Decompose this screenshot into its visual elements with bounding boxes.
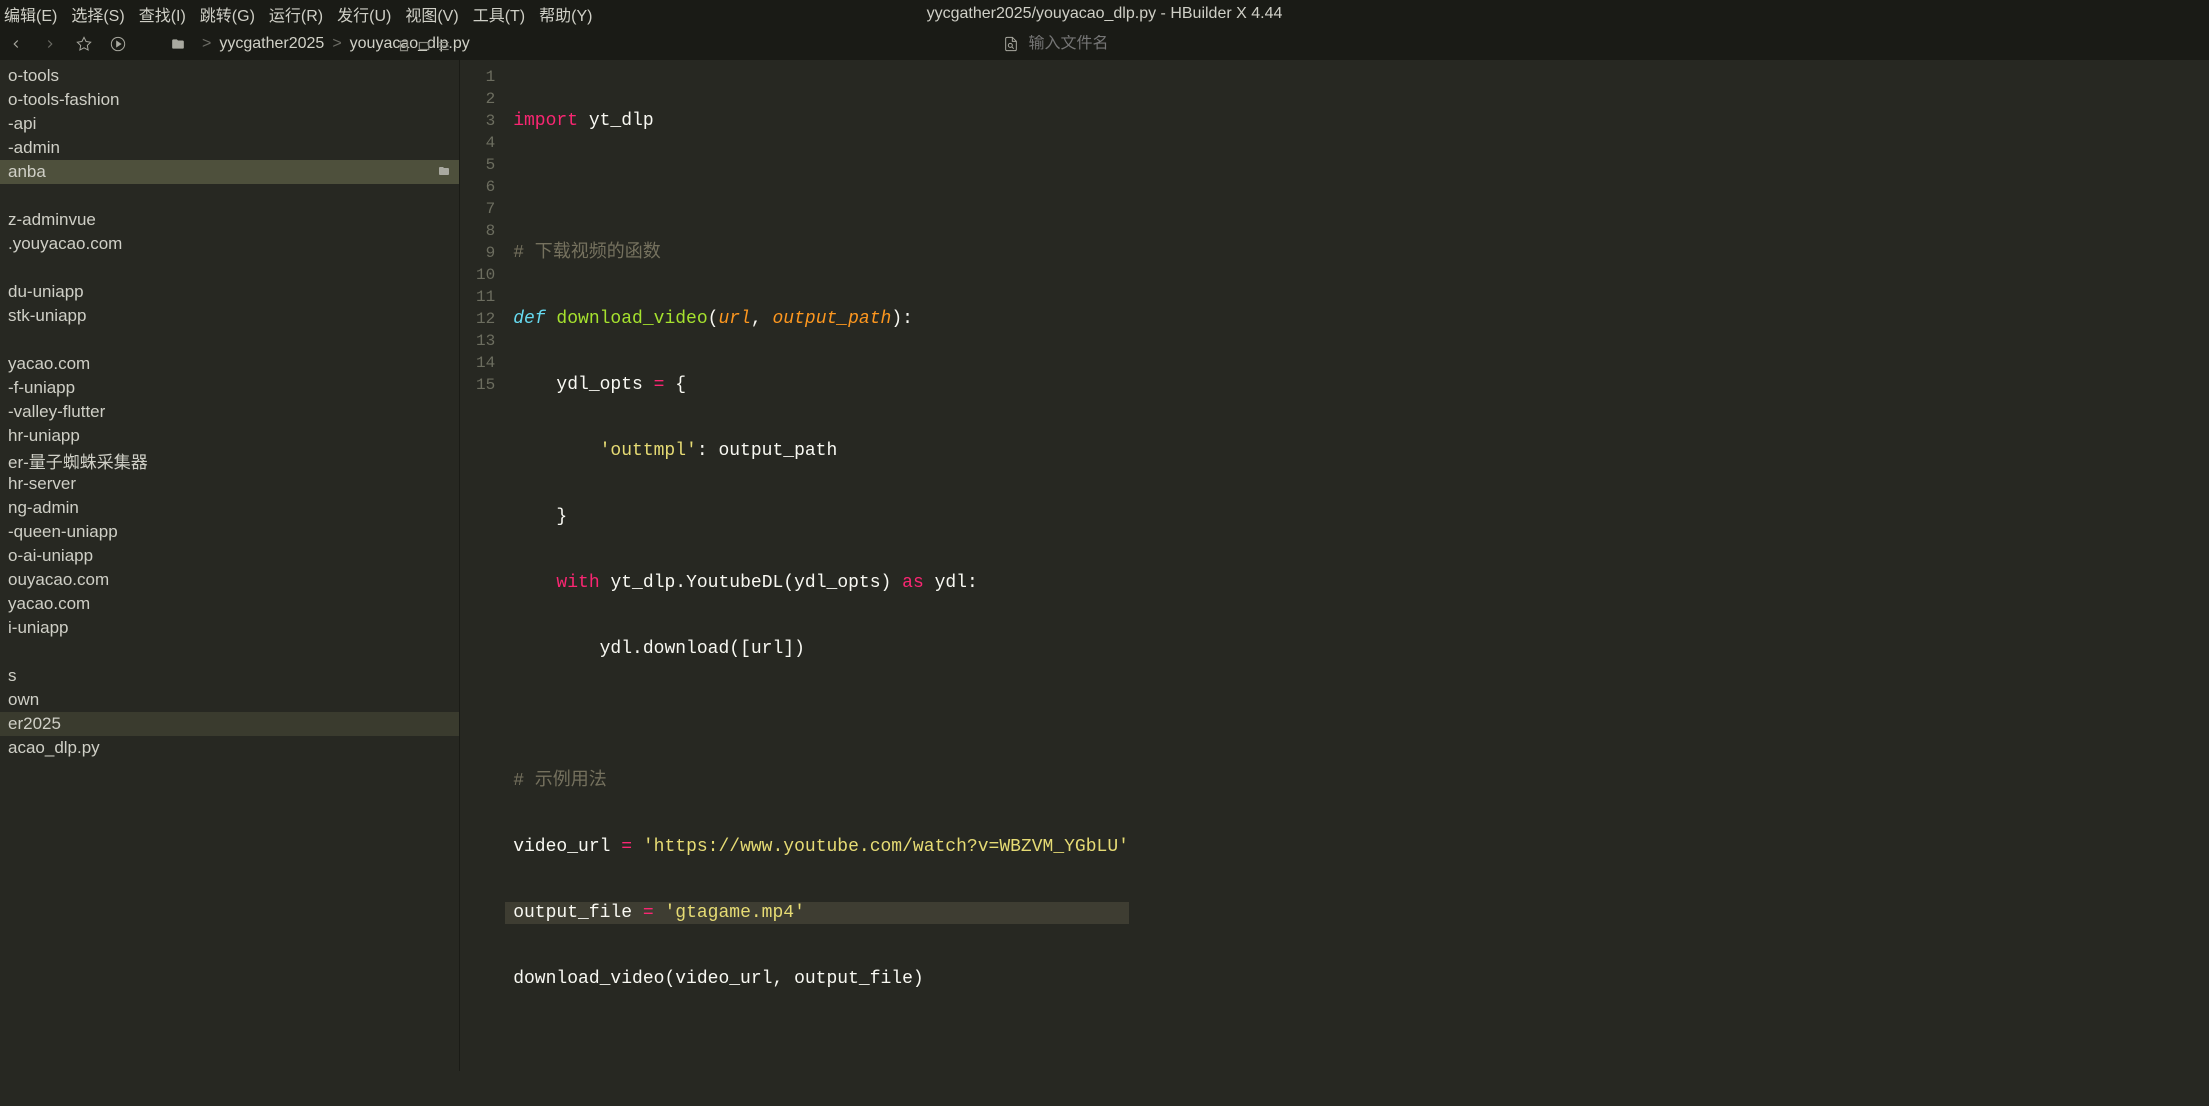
line-number: 9 — [476, 242, 495, 264]
line-number: 6 — [476, 176, 495, 198]
menubar: 编辑(E) 选择(S) 查找(I) 跳转(G) 运行(R) 发行(U) 视图(V… — [0, 0, 2209, 28]
tree-item[interactable] — [0, 328, 459, 352]
tree-item[interactable]: i-uniapp — [0, 616, 459, 640]
tree-item[interactable]: -admin — [0, 136, 459, 160]
line-number: 14 — [476, 352, 495, 374]
tree-item[interactable]: o-tools — [0, 64, 459, 88]
line-number: 1 — [476, 66, 495, 88]
nav-back-icon[interactable] — [6, 34, 26, 54]
filename-input[interactable] — [1029, 35, 1209, 53]
line-number: 5 — [476, 154, 495, 176]
tree-item[interactable]: -valley-flutter — [0, 400, 459, 424]
tree-item[interactable]: .youyacao.com — [0, 232, 459, 256]
code-area[interactable]: import yt_dlp # 下载视频的函数 def download_vid… — [505, 60, 1129, 1106]
breadcrumb-root[interactable]: yycgather2025 — [219, 35, 324, 53]
line-number: 10 — [476, 264, 495, 286]
line-number: 11 — [476, 286, 495, 308]
tree-item[interactable]: ng-admin — [0, 496, 459, 520]
line-number: 7 — [476, 198, 495, 220]
collapse-icon[interactable] — [417, 38, 433, 54]
run-icon[interactable] — [108, 34, 128, 54]
tree-item[interactable]: -api — [0, 112, 459, 136]
menu-tools[interactable]: 工具(T) — [473, 2, 525, 26]
menu-publish[interactable]: 发行(U) — [337, 2, 391, 26]
sidebar: o-toolso-tools-fashion-api-adminanba z-ad… — [0, 60, 460, 1071]
folder-icon — [437, 162, 451, 182]
tree-item[interactable]: stk-uniapp — [0, 304, 459, 328]
tree-item[interactable]: ouyacao.com — [0, 568, 459, 592]
menu-find[interactable]: 查找(I) — [139, 2, 186, 26]
line-number: 3 — [476, 110, 495, 132]
tree-item[interactable]: own — [0, 688, 459, 712]
tree-item[interactable]: o-tools-fashion — [0, 88, 459, 112]
star-icon[interactable] — [74, 34, 94, 54]
window-title: yycgather2025/youyacao_dlp.py - HBuilder… — [927, 0, 1283, 28]
menu-edit[interactable]: 编辑(E) — [4, 2, 57, 26]
menu-help[interactable]: 帮助(Y) — [539, 2, 592, 26]
line-number: 2 — [476, 88, 495, 110]
tree-item[interactable]: -f-uniapp — [0, 376, 459, 400]
editor[interactable]: 123456789101112131415 import yt_dlp # 下载… — [460, 60, 2209, 1106]
gutter: 123456789101112131415 — [460, 60, 505, 1106]
tree-item[interactable]: er-量子蜘蛛采集器 — [0, 448, 459, 472]
line-number: 8 — [476, 220, 495, 242]
tree-item[interactable]: hr-server — [0, 472, 459, 496]
menu-run[interactable]: 运行(R) — [269, 2, 323, 26]
tree-item[interactable]: acao_dlp.py — [0, 736, 459, 760]
tree-item[interactable] — [0, 256, 459, 280]
line-number: 15 — [476, 374, 495, 396]
tree-item[interactable]: z-adminvue — [0, 208, 459, 232]
menu-select[interactable]: 选择(S) — [71, 2, 124, 26]
tree-item[interactable]: s — [0, 664, 459, 688]
tree-item[interactable] — [0, 640, 459, 664]
tree-item[interactable]: -queen-uniapp — [0, 520, 459, 544]
tree-item[interactable]: yacao.com — [0, 352, 459, 376]
nav-forward-icon[interactable] — [40, 34, 60, 54]
menu-goto[interactable]: 跳转(G) — [200, 2, 255, 26]
tree-item[interactable]: er2025 — [0, 712, 459, 736]
menu-icon[interactable] — [437, 38, 453, 54]
tree-item[interactable]: hr-uniapp — [0, 424, 459, 448]
folder-icon[interactable] — [168, 34, 188, 54]
tree-item[interactable]: du-uniapp — [0, 280, 459, 304]
toolbar: > yycgather2025 > youyacao_dlp.py — [0, 28, 2209, 60]
tree-item[interactable] — [0, 184, 459, 208]
line-number: 13 — [476, 330, 495, 352]
tree-item[interactable]: yacao.com — [0, 592, 459, 616]
tree-item[interactable]: anba — [0, 160, 459, 184]
new-file-icon[interactable] — [397, 38, 413, 54]
line-number: 4 — [476, 132, 495, 154]
line-number: 12 — [476, 308, 495, 330]
tree-item[interactable]: o-ai-uniapp — [0, 544, 459, 568]
menu-view[interactable]: 视图(V) — [405, 2, 458, 26]
file-search-icon[interactable] — [1001, 34, 1021, 54]
